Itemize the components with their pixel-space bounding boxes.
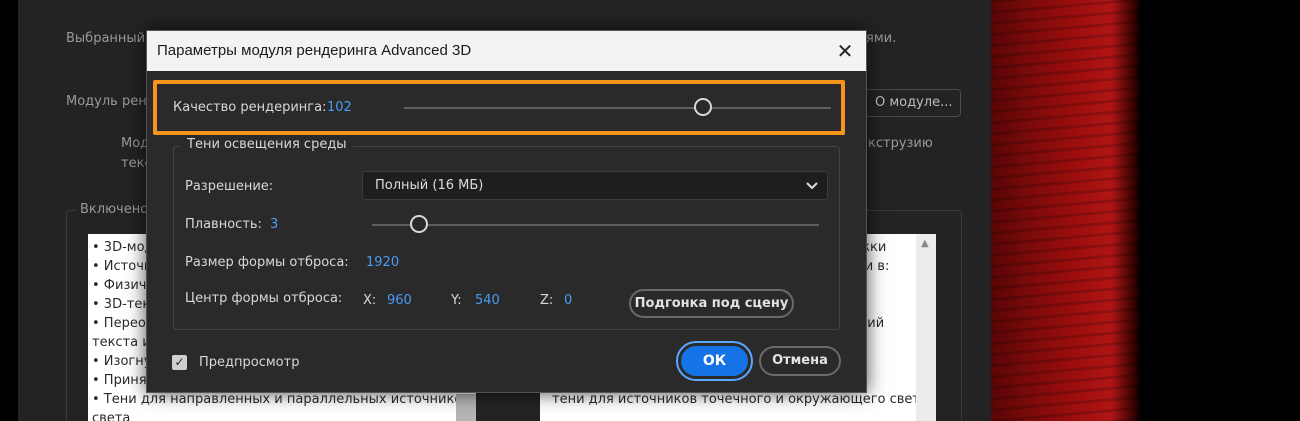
cancel-button[interactable]: Отмена: [759, 346, 841, 376]
fit-to-scene-button[interactable]: Подгонка под сцену: [629, 289, 794, 318]
resolution-select-value: Полный (16 МБ): [375, 178, 484, 193]
smoothness-slider[interactable]: [372, 224, 819, 226]
list-item: света: [92, 411, 131, 421]
extrusion-text: кструзию: [868, 136, 933, 151]
dialog-titlebar: Параметры модуля рендеринга Advanced 3D: [147, 31, 866, 71]
smoothness-slider-thumb[interactable]: [410, 215, 428, 233]
scrollbar-thumb[interactable]: [456, 394, 476, 421]
included-label: Включено: [76, 202, 153, 217]
size-value[interactable]: 1920: [366, 255, 399, 270]
selected-label: Выбранный: [66, 31, 146, 46]
resolution-select[interactable]: Полный (16 МБ): [362, 171, 828, 200]
chevron-down-icon[interactable]: [805, 172, 819, 209]
resolution-label: Разрешение:: [185, 179, 274, 194]
center-label: Центр формы отброса:: [185, 291, 343, 306]
quality-slider[interactable]: [404, 107, 831, 109]
dialog-title: Параметры модуля рендеринга Advanced 3D: [157, 42, 472, 59]
size-label: Размер формы отброса:: [185, 255, 349, 270]
bg-right-text: ями.: [866, 31, 897, 46]
scroll-up-icon[interactable]: ▲: [921, 238, 929, 249]
ok-button[interactable]: ОК: [676, 341, 753, 381]
mod-text-line-1: Мод: [121, 136, 150, 151]
list-item: тени для источников точечного и окружающ…: [552, 392, 928, 407]
list-item: • Принят: [92, 373, 155, 388]
x-value[interactable]: 960: [387, 293, 412, 308]
quality-slider-thumb[interactable]: [693, 98, 712, 116]
list-item: • Тени для направленных и параллельных и…: [92, 392, 470, 407]
smoothness-label: Плавность:: [185, 217, 262, 232]
quality-label: Качество рендеринга:: [173, 100, 327, 115]
scrollbar-track[interactable]: ▲: [916, 234, 936, 421]
preview-label: Предпросмотр: [199, 355, 300, 370]
y-label: Y:: [451, 293, 462, 308]
list-item: • Переоп: [92, 316, 155, 331]
list-item: • 3D-мод: [92, 240, 154, 255]
preview-checkbox[interactable]: ✓: [172, 355, 187, 370]
shadows-group-title: Тени освещения среды: [181, 137, 353, 152]
ok-button-label: ОК: [681, 346, 748, 376]
smoothness-value[interactable]: 3: [270, 217, 278, 232]
module-label: Модуль ренд: [66, 94, 156, 109]
y-value[interactable]: 540: [475, 293, 500, 308]
z-value[interactable]: 0: [564, 293, 572, 308]
quality-value[interactable]: 102: [327, 100, 352, 115]
list-item: • Источн: [92, 259, 153, 274]
z-label: Z:: [540, 293, 554, 308]
about-module-button[interactable]: О модуле...: [862, 89, 961, 117]
list-item: текста и: [92, 335, 151, 350]
x-label: X:: [363, 293, 377, 308]
close-icon[interactable]: ✕: [834, 40, 856, 62]
red-texture-image: [991, 0, 1141, 421]
